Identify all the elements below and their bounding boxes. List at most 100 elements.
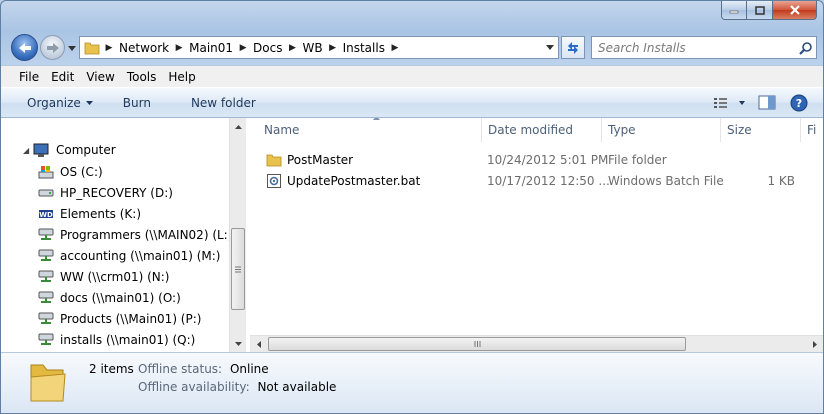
menu-tools[interactable]: Tools <box>121 70 163 84</box>
recent-pages-dropdown[interactable] <box>67 41 77 55</box>
breadcrumb-network[interactable]: Network ▶ <box>116 37 186 58</box>
file-name-cell: UpdatePostmaster.bat <box>266 170 420 191</box>
back-arrow-icon <box>18 42 31 53</box>
search-input[interactable] <box>592 37 796 58</box>
explorer-window: ▶ Network▶ Main01▶ Docs▶ WB▶ Installs▶ F… <box>0 0 824 414</box>
offline-availability-value: Not available <box>257 380 337 394</box>
file-size: 1 KB <box>767 173 795 188</box>
chevron-down-icon <box>235 341 242 346</box>
nav-pane-scrollbar[interactable] <box>229 118 246 352</box>
file-name: UpdatePostmaster.bat <box>287 173 421 188</box>
column-header-more[interactable]: Fi <box>801 118 823 142</box>
network-drive-icon <box>37 332 55 348</box>
column-label: Date modified <box>488 123 574 137</box>
search-icon[interactable] <box>796 41 816 55</box>
network-drive-icon <box>37 248 55 264</box>
item-count: 2 items <box>89 362 134 376</box>
offline-status: Offline status: Online <box>138 362 269 376</box>
breadcrumb-docs[interactable]: Docs ▶ <box>250 37 299 58</box>
maximize-button[interactable] <box>747 1 773 20</box>
change-view-button[interactable] <box>711 93 747 113</box>
chevron-down-icon <box>85 100 93 105</box>
menu-help[interactable]: Help <box>162 70 201 84</box>
svg-text:WD: WD <box>39 211 53 219</box>
chevron-right-icon <box>812 341 817 348</box>
scroll-up-button[interactable] <box>230 118 247 135</box>
network-drive-icon <box>37 227 55 243</box>
tree-expand-icon[interactable]: ◢ <box>23 146 33 155</box>
menu-edit[interactable]: Edit <box>45 70 80 84</box>
close-button[interactable] <box>773 1 817 20</box>
file-row[interactable]: PostMaster 10/24/2012 5:01 PM File folde… <box>250 149 823 170</box>
menu-file[interactable]: File <box>13 70 45 84</box>
burn-button[interactable]: Burn <box>115 96 159 110</box>
address-dropdown[interactable] <box>542 37 558 58</box>
chevron-down-icon <box>546 45 554 50</box>
folder-icon <box>84 39 102 57</box>
computer-icon <box>33 142 51 158</box>
breadcrumb-installs[interactable]: Installs ▶ <box>340 37 402 58</box>
tree-item-accounting[interactable]: accounting (\\main01) (M:) <box>37 245 220 266</box>
file-date: 10/24/2012 5:01 PM <box>487 152 609 167</box>
tree-item-label: Products (\\Main01) (P:) <box>60 311 202 326</box>
tree-item-programmers[interactable]: Programmers (\\MAIN02) (L:) <box>37 224 229 245</box>
file-name-cell: PostMaster <box>266 149 353 170</box>
scroll-thumb[interactable] <box>231 228 245 310</box>
tree-item-ww[interactable]: WW (\\crm01) (N:) <box>37 266 169 287</box>
tree-item-hp-recovery[interactable]: HP_RECOVERY (D:) <box>37 182 173 203</box>
breadcrumb-sep[interactable]: ▶ <box>102 37 116 58</box>
menu-view[interactable]: View <box>80 70 120 84</box>
minimize-button[interactable] <box>721 1 747 20</box>
wd-drive-icon: WD <box>37 206 55 222</box>
chevron-left-icon <box>256 341 261 348</box>
offline-status-value: Online <box>229 362 269 376</box>
tree-item-label: Computer <box>56 143 116 157</box>
tree-item-elements[interactable]: WD Elements (K:) <box>37 203 141 224</box>
help-icon: ? <box>790 94 808 111</box>
address-bar[interactable]: ▶ Network ▶ Main01 ▶ Docs ▶ WB ▶ Installs ▶ <box>79 36 559 59</box>
grip-icon <box>474 341 480 347</box>
details-pane: 2 items Offline status: Online Offline a… <box>1 352 823 413</box>
menu-bar: File Edit View Tools Help <box>1 65 823 87</box>
forward-button[interactable] <box>40 35 65 60</box>
file-row[interactable]: UpdatePostmaster.bat 10/17/2012 12:50 ..… <box>250 170 823 191</box>
sort-ascending-icon <box>373 118 380 120</box>
offline-availability-label: Offline availability: <box>138 380 250 394</box>
folder-icon <box>25 357 69 405</box>
refresh-button[interactable] <box>561 36 585 59</box>
scroll-left-button[interactable] <box>250 336 267 352</box>
breadcrumb-wb[interactable]: WB ▶ <box>299 37 339 58</box>
command-bar: Organize Burn New folder ? <box>1 87 823 118</box>
column-header-date[interactable]: Date modified <box>482 118 602 142</box>
help-button[interactable]: ? <box>787 93 811 113</box>
back-button[interactable] <box>11 34 38 61</box>
tree-item-label: installs (\\main01) (Q:) <box>60 332 196 347</box>
scroll-right-button[interactable] <box>806 336 823 352</box>
column-header-size[interactable]: Size <box>721 118 801 142</box>
column-header-name[interactable]: Name <box>258 118 482 142</box>
scroll-down-button[interactable] <box>230 335 247 352</box>
tree-item-label: Programmers (\\MAIN02) (L:) <box>60 227 229 242</box>
tree-item-docs[interactable]: docs (\\main01) (O:) <box>37 287 181 308</box>
scroll-thumb[interactable] <box>268 337 686 351</box>
preview-pane-button[interactable] <box>755 93 779 113</box>
search-box[interactable] <box>591 36 817 59</box>
command-bar-right: ? <box>711 88 811 117</box>
file-size <box>745 149 795 170</box>
tree-item-installs[interactable]: installs (\\main01) (Q:) <box>37 329 195 350</box>
column-header-type[interactable]: Type <box>602 118 721 142</box>
organize-label: Organize <box>27 95 81 110</box>
tree-item-products[interactable]: Products (\\Main01) (P:) <box>37 308 201 329</box>
chevron-down-icon <box>68 45 76 51</box>
file-list-horizontal-scrollbar[interactable] <box>250 335 823 352</box>
file-date: 10/17/2012 12:50 ... <box>487 173 610 188</box>
breadcrumb-main01[interactable]: Main01 ▶ <box>186 37 250 58</box>
tree-item-os-drive[interactable]: OS (C:) <box>37 161 103 182</box>
tree-item-label: accounting (\\main01) (M:) <box>60 248 221 263</box>
file-name: PostMaster <box>287 152 354 167</box>
new-folder-button[interactable]: New folder <box>183 96 264 110</box>
preview-pane-icon <box>758 95 776 110</box>
offline-status-label: Offline status: <box>138 362 223 376</box>
tree-item-computer[interactable]: ◢ Computer <box>23 140 116 160</box>
organize-button[interactable]: Organize <box>19 96 101 110</box>
